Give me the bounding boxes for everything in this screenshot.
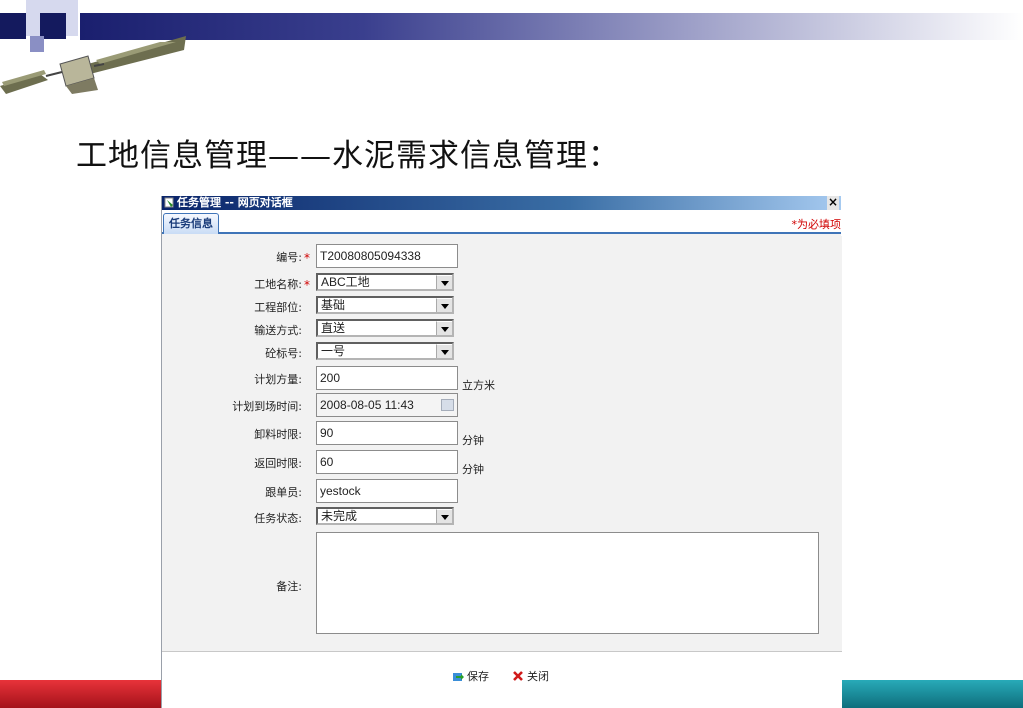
grade-select[interactable]: 一号 [316, 342, 454, 360]
save-button[interactable]: 保存 [452, 668, 489, 684]
task-status-select[interactable]: 未完成 [316, 507, 454, 525]
close-button[interactable]: 关闭 [512, 668, 549, 684]
close-x-icon [513, 671, 523, 681]
transport-select[interactable]: 直送 [316, 319, 454, 337]
arrival-time-input[interactable]: 2008-08-05 11:43 [316, 393, 458, 417]
form-row-return-limit: 返回时限: 60 分钟 [162, 450, 842, 476]
calendar-icon[interactable] [441, 399, 454, 411]
project-part-label: 工程部位: [254, 301, 302, 314]
grade-label: 砼标号: [265, 347, 302, 360]
chevron-down-icon[interactable] [436, 275, 452, 289]
site-name-label: 工地名称: [254, 278, 302, 291]
required-mark: * [304, 278, 310, 292]
planned-volume-unit: 立方米 [462, 379, 495, 392]
form-row-remarks: 备注: [162, 532, 842, 634]
remarks-textarea[interactable] [316, 532, 819, 634]
unload-limit-input[interactable]: 90 [316, 421, 458, 445]
required-note: *为必填项 [791, 218, 842, 231]
chevron-down-icon[interactable] [436, 298, 452, 312]
return-limit-input[interactable]: 60 [316, 450, 458, 474]
close-icon[interactable]: × [827, 196, 839, 210]
arrival-time-value: 2008-08-05 11:43 [320, 398, 414, 412]
close-button-label: 关闭 [527, 670, 549, 683]
chevron-down-icon[interactable] [436, 344, 452, 358]
follower-label: 跟单员: [265, 486, 302, 499]
chevron-down-icon[interactable] [436, 321, 452, 335]
save-icon [453, 673, 464, 681]
return-limit-label: 返回时限: [254, 457, 302, 470]
planned-volume-label: 计划方量: [254, 373, 302, 386]
page-icon [164, 197, 174, 208]
number-label: 编号: [276, 251, 302, 264]
form-row-unload-limit: 卸料时限: 90 分钟 [162, 421, 842, 447]
grade-value: 一号 [321, 344, 346, 358]
number-input[interactable]: T20080805094338 [316, 244, 458, 268]
save-button-label: 保存 [467, 670, 489, 683]
satellite-icon [0, 36, 186, 94]
slide-title: 工地信息管理——水泥需求信息管理： [76, 138, 620, 174]
task-status-label: 任务状态: [254, 512, 302, 525]
slide-bottom-red-bar [0, 680, 162, 708]
slide-top-bar [80, 13, 1023, 40]
site-name-value: ABC工地 [321, 275, 370, 289]
tab-task-info[interactable]: 任务信息 [163, 213, 219, 234]
form-row-planned-volume: 计划方量: 200 立方米 [162, 366, 842, 392]
project-part-value: 基础 [321, 298, 346, 312]
dialog-title-bar: 任务管理 -- 网页对话框 × [162, 196, 841, 210]
transport-value: 直送 [321, 321, 346, 335]
arrival-time-label: 计划到场时间: [232, 400, 302, 413]
dialog-button-bar: 保存 关闭 [162, 652, 842, 708]
tab-bar: 任务信息 *为必填项 [162, 210, 841, 234]
unload-limit-label: 卸料时限: [254, 428, 302, 441]
form-row-transport: 输送方式: 直送 [162, 317, 842, 341]
slide-bottom-teal-bar [841, 680, 1023, 708]
form-row-site-name: 工地名称: * ABC工地 [162, 271, 842, 295]
required-mark: * [304, 251, 310, 265]
form-row-follower: 跟单员: yestock [162, 479, 842, 503]
remarks-label: 备注: [276, 580, 302, 593]
site-name-select[interactable]: ABC工地 [316, 273, 454, 291]
transport-label: 输送方式: [254, 324, 302, 337]
chevron-down-icon[interactable] [436, 509, 452, 523]
form-row-arrival-time: 计划到场时间: 2008-08-05 11:43 [162, 393, 842, 417]
project-part-select[interactable]: 基础 [316, 296, 454, 314]
planned-volume-input[interactable]: 200 [316, 366, 458, 390]
form-row-number: 编号: * T20080805094338 [162, 244, 842, 268]
task-form: 编号: * T20080805094338 工地名称: * ABC工地 工程部位… [162, 236, 842, 652]
dialog-title: 任务管理 -- 网页对话框 [177, 196, 293, 209]
task-status-value: 未完成 [321, 509, 358, 523]
return-limit-unit: 分钟 [462, 463, 484, 476]
task-dialog: 任务管理 -- 网页对话框 × 任务信息 *为必填项 编号: * T200808… [161, 196, 842, 708]
form-row-project-part: 工程部位: 基础 [162, 294, 842, 318]
follower-input[interactable]: yestock [316, 479, 458, 503]
form-row-grade: 砼标号: 一号 [162, 340, 842, 364]
form-row-task-status: 任务状态: 未完成 [162, 505, 842, 529]
unload-limit-unit: 分钟 [462, 434, 484, 447]
